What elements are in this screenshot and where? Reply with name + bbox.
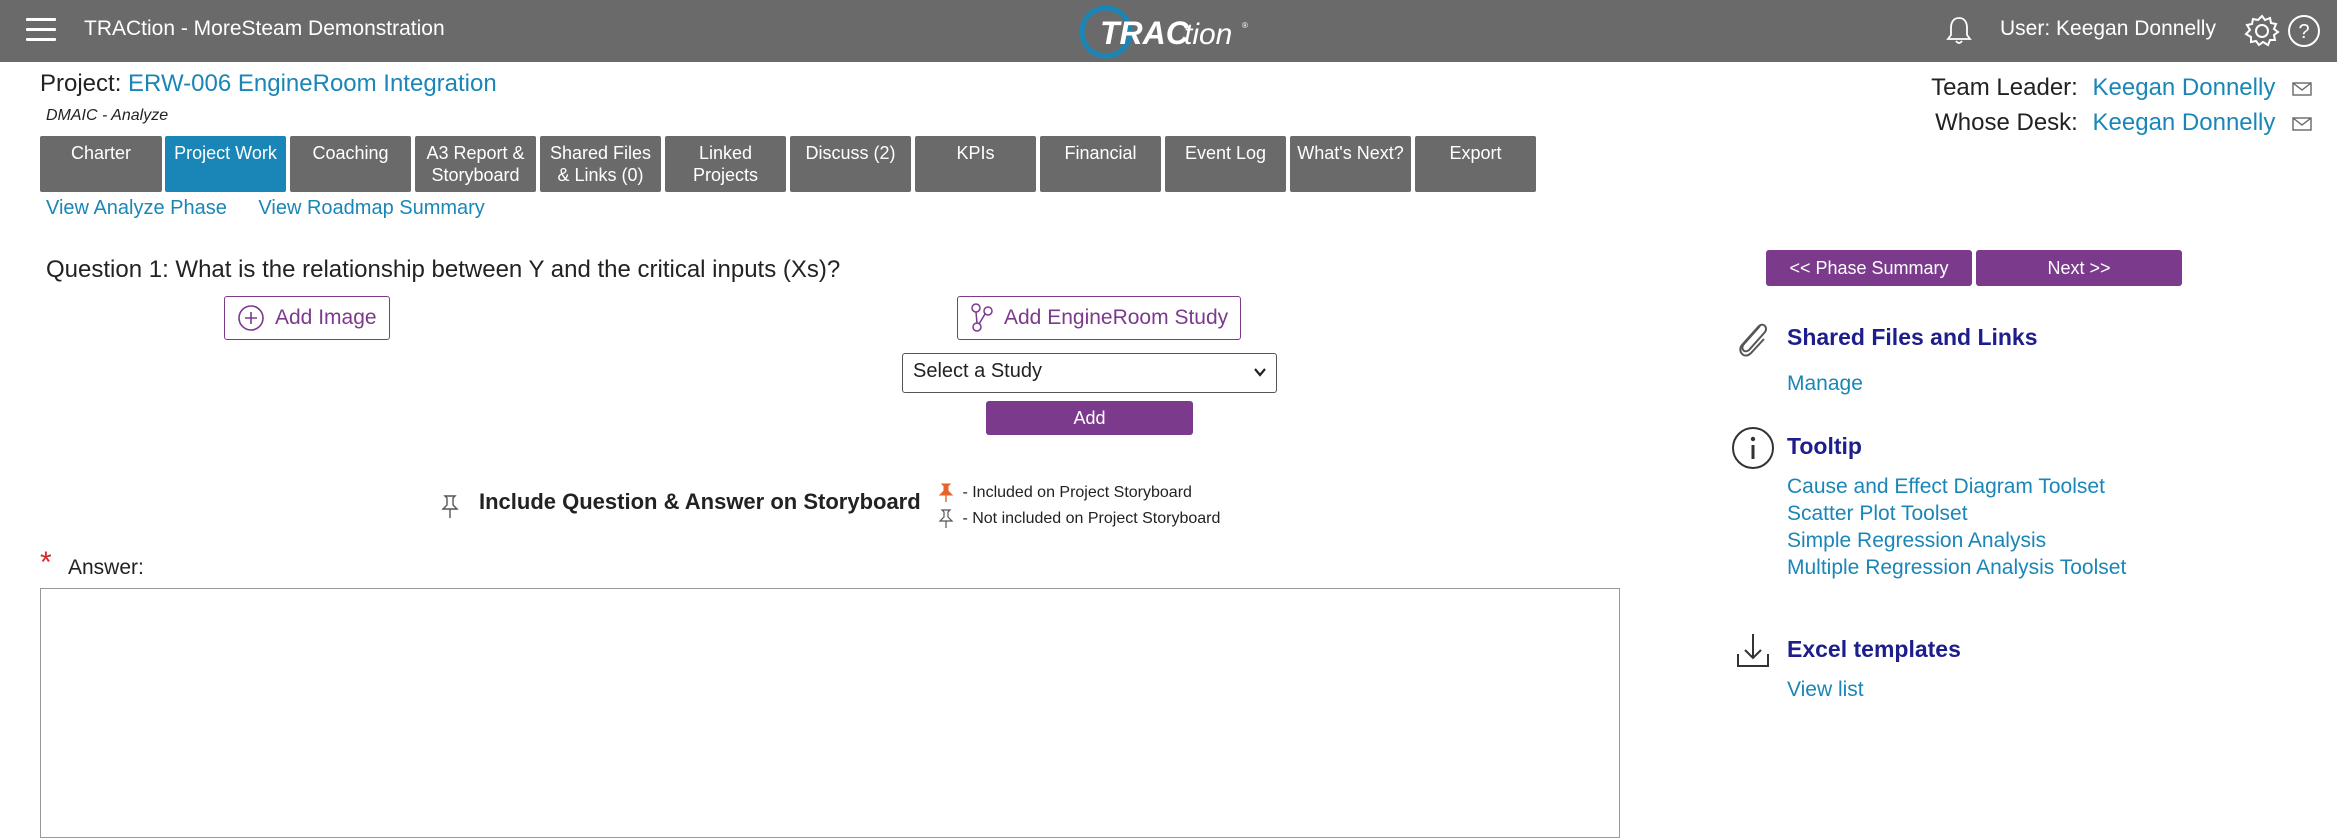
paperclip-icon xyxy=(1739,323,1768,357)
project-name-link[interactable]: ERW-006 EngineRoom Integration xyxy=(128,70,497,97)
view-list-link[interactable]: View list xyxy=(1787,678,1864,702)
team-info: Team Leader: Keegan Donnelly Whose Desk:… xyxy=(1931,70,2312,140)
download-icon xyxy=(1737,634,1769,667)
answer-textarea[interactable] xyxy=(40,588,1620,838)
top-bar: TRACtion - MoreSteam Demonstration TRAC … xyxy=(0,0,2337,62)
tooltip-link-scatter-plot[interactable]: Scatter Plot Toolset xyxy=(1787,502,1968,526)
storyboard-toggle-label[interactable]: Include Question & Answer on Storyboard xyxy=(479,489,921,515)
tab-linked-projects[interactable]: Linked Projects xyxy=(665,136,786,192)
question-text: Question 1: What is the relationship bet… xyxy=(46,256,841,283)
help-icon[interactable]: ? xyxy=(2286,13,2322,49)
tooltip-title: Tooltip xyxy=(1787,433,1862,459)
answer-label: Answer: xyxy=(68,556,144,579)
whose-desk-link[interactable]: Keegan Donnelly xyxy=(2093,109,2276,136)
whose-desk-label: Whose Desk: xyxy=(1935,109,2078,136)
tab-event-log[interactable]: Event Log xyxy=(1165,136,1286,192)
traction-logo[interactable]: TRAC tion ® xyxy=(1078,2,1258,60)
project-prefix: Project: xyxy=(40,70,122,97)
storyboard-pin-icon[interactable] xyxy=(440,494,460,520)
project-title: Project: ERW-006 EngineRoom Integration xyxy=(40,70,497,98)
add-engineroom-study-label: Add EngineRoom Study xyxy=(1004,306,1229,329)
svg-text:tion: tion xyxy=(1184,18,1232,51)
user-label[interactable]: User: Keegan Donnelly xyxy=(2000,17,2216,41)
tab-shared-files[interactable]: Shared Files & Links (0) xyxy=(540,136,661,192)
settings-gear-icon[interactable] xyxy=(2244,13,2280,49)
add-study-button[interactable]: Add xyxy=(986,401,1193,435)
tab-discuss[interactable]: Discuss (2) xyxy=(790,136,911,192)
tab-financial[interactable]: Financial xyxy=(1040,136,1161,192)
hamburger-menu-icon[interactable] xyxy=(26,18,56,42)
svg-text:TRAC: TRAC xyxy=(1100,15,1190,51)
legend-not-included: - Not included on Project Storyboard xyxy=(938,506,1220,532)
app-title: TRACtion - MoreSteam Demonstration xyxy=(84,17,445,40)
required-marker: * xyxy=(40,546,52,579)
plus-circle-icon xyxy=(238,305,264,331)
notification-bell-icon[interactable] xyxy=(1944,14,1974,46)
whose-desk-row: Whose Desk: Keegan Donnelly xyxy=(1931,105,2312,140)
team-leader-row: Team Leader: Keegan Donnelly xyxy=(1931,70,2312,105)
chevron-down-icon xyxy=(1254,368,1266,377)
excel-templates-title: Excel templates xyxy=(1787,636,1961,662)
manage-link[interactable]: Manage xyxy=(1787,372,1863,396)
legend-included: - Included on Project Storyboard xyxy=(938,480,1220,506)
tab-a3-report[interactable]: A3 Report & Storyboard xyxy=(415,136,536,192)
tab-charter[interactable]: Charter xyxy=(40,136,162,192)
storyboard-legend: - Included on Project Storyboard - Not i… xyxy=(938,480,1220,532)
team-leader-link[interactable]: Keegan Donnelly xyxy=(2093,74,2276,101)
phase-sublinks: View Analyze Phase View Roadmap Summary xyxy=(46,197,511,220)
shared-files-title: Shared Files and Links xyxy=(1787,324,2038,350)
pin-filled-icon xyxy=(938,483,954,502)
tab-export[interactable]: Export xyxy=(1415,136,1536,192)
tooltip-link-cause-effect[interactable]: Cause and Effect Diagram Toolset xyxy=(1787,475,2105,499)
select-study-value: Select a Study xyxy=(913,360,1042,382)
next-button[interactable]: Next >> xyxy=(1976,250,2182,286)
view-analyze-phase-link[interactable]: View Analyze Phase xyxy=(46,197,227,219)
engineroom-icon xyxy=(971,303,993,332)
mail-icon[interactable] xyxy=(2292,116,2312,131)
tab-kpis[interactable]: KPIs xyxy=(915,136,1036,192)
legend-not-included-text: - Not included on Project Storyboard xyxy=(962,510,1221,527)
svg-text:®: ® xyxy=(1242,21,1248,30)
pin-outline-icon xyxy=(938,509,954,528)
view-roadmap-summary-link[interactable]: View Roadmap Summary xyxy=(258,197,484,219)
tooltip-link-multiple-regression[interactable]: Multiple Regression Analysis Toolset xyxy=(1787,556,2126,580)
tooltip-link-simple-regression[interactable]: Simple Regression Analysis xyxy=(1787,529,2046,553)
legend-included-text: - Included on Project Storyboard xyxy=(962,484,1192,501)
svg-text:?: ? xyxy=(2298,21,2309,43)
tab-whats-next[interactable]: What's Next? xyxy=(1290,136,1411,192)
tab-project-work[interactable]: Project Work xyxy=(165,136,286,192)
select-study-dropdown[interactable]: Select a Study xyxy=(902,353,1277,393)
add-engineroom-study-button[interactable]: Add EngineRoom Study xyxy=(957,296,1242,340)
team-leader-label: Team Leader: xyxy=(1931,74,2078,101)
phase-label: DMAIC - Analyze xyxy=(46,107,169,124)
phase-summary-button[interactable]: << Phase Summary xyxy=(1766,250,1972,286)
info-icon xyxy=(1732,427,1774,469)
mail-icon[interactable] xyxy=(2292,81,2312,96)
add-image-label: Add Image xyxy=(275,306,377,329)
add-image-button[interactable]: Add Image xyxy=(224,296,390,340)
tab-coaching[interactable]: Coaching xyxy=(290,136,411,192)
